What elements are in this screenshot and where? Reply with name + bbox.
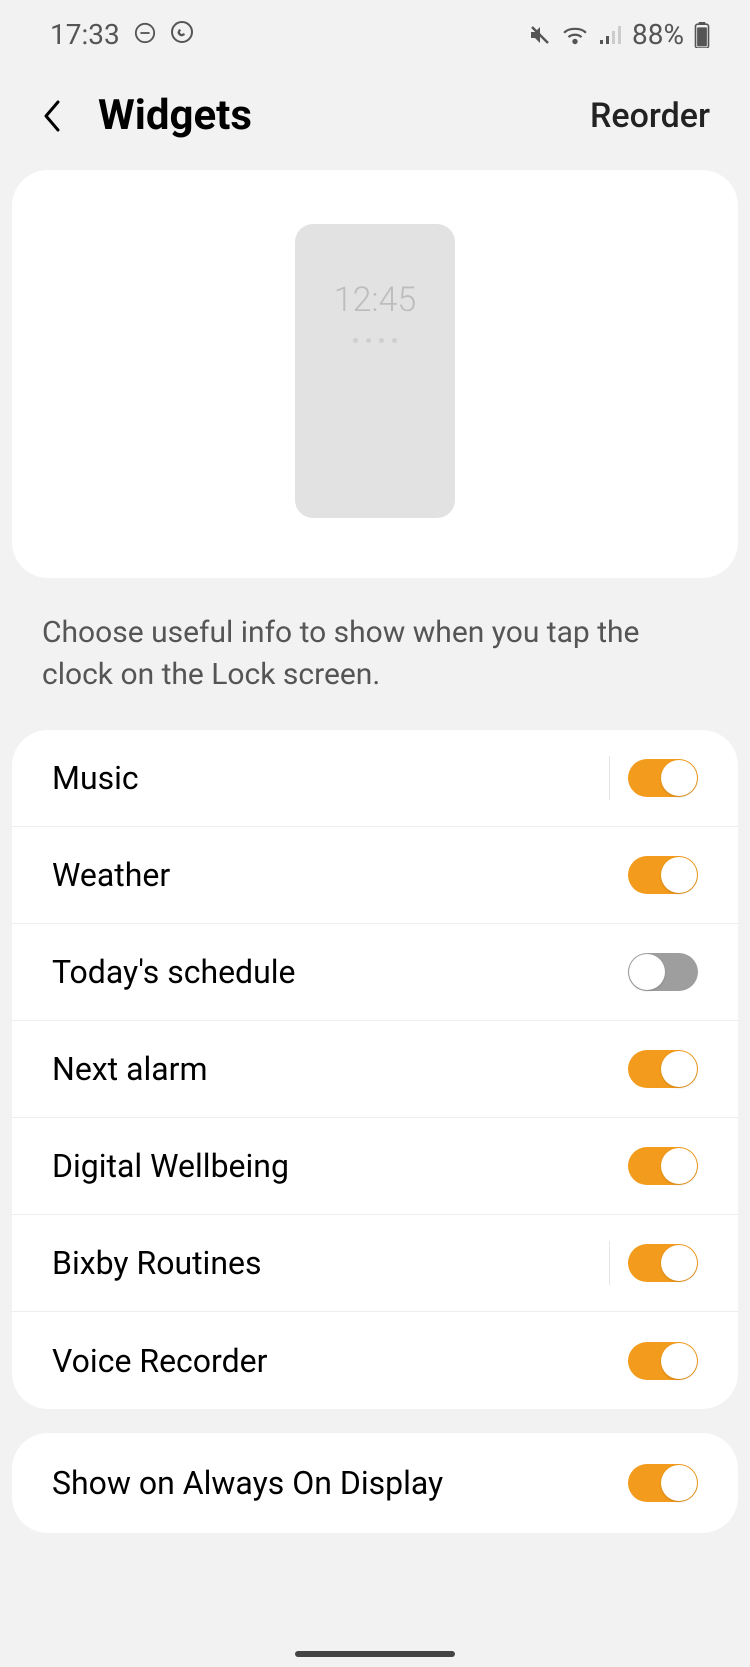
preview-card: 12:45 — [12, 170, 738, 578]
aod-row[interactable]: Show on Always On Display — [12, 1433, 738, 1533]
preview-clock: 12:45 — [334, 280, 417, 320]
widget-row-alarm[interactable]: Next alarm — [12, 1021, 738, 1118]
widget-label: Digital Wellbeing — [52, 1147, 628, 1185]
dnd-icon — [134, 18, 156, 51]
toggle-weather[interactable] — [628, 856, 698, 894]
aod-label: Show on Always On Display — [52, 1464, 628, 1502]
toggle-voice-recorder[interactable] — [628, 1342, 698, 1380]
battery-icon — [694, 22, 710, 48]
aod-card: Show on Always On Display — [12, 1433, 738, 1533]
toggle-wellbeing[interactable] — [628, 1147, 698, 1185]
status-bar: 17:33 88% — [0, 0, 750, 61]
widget-label: Bixby Routines — [52, 1244, 609, 1282]
whatsapp-icon — [170, 18, 194, 51]
widget-row-voice-recorder[interactable]: Voice Recorder — [12, 1312, 738, 1409]
gesture-handle[interactable] — [295, 1651, 455, 1657]
widget-list: Music Weather Today's schedule Next alar… — [12, 730, 738, 1409]
preview-page-dots — [353, 338, 397, 343]
widget-label: Voice Recorder — [52, 1342, 628, 1380]
page-title: Widgets — [98, 91, 590, 140]
status-left: 17:33 — [50, 18, 194, 51]
status-time: 17:33 — [50, 18, 120, 51]
widget-label: Weather — [52, 856, 628, 894]
widget-row-schedule[interactable]: Today's schedule — [12, 924, 738, 1021]
widget-row-weather[interactable]: Weather — [12, 827, 738, 924]
toggle-alarm[interactable] — [628, 1050, 698, 1088]
vertical-divider — [609, 756, 610, 800]
reorder-button[interactable]: Reorder — [590, 96, 710, 136]
wifi-icon — [562, 24, 588, 46]
widget-row-wellbeing[interactable]: Digital Wellbeing — [12, 1118, 738, 1215]
mute-icon — [528, 23, 552, 47]
status-right: 88% — [528, 18, 710, 51]
widget-label: Music — [52, 759, 609, 797]
section-description: Choose useful info to show when you tap … — [0, 578, 750, 730]
toggle-schedule[interactable] — [628, 953, 698, 991]
widget-row-bixby[interactable]: Bixby Routines — [12, 1215, 738, 1312]
back-button[interactable] — [40, 96, 80, 136]
widget-label: Today's schedule — [52, 953, 628, 991]
widget-label: Next alarm — [52, 1050, 628, 1088]
signal-icon — [598, 24, 622, 46]
phone-preview: 12:45 — [295, 224, 455, 518]
battery-percent: 88% — [632, 18, 684, 51]
vertical-divider — [609, 1241, 610, 1285]
toggle-bixby[interactable] — [628, 1244, 698, 1282]
toggle-music[interactable] — [628, 759, 698, 797]
toggle-aod[interactable] — [628, 1464, 698, 1502]
header: Widgets Reorder — [0, 61, 750, 170]
widget-row-music[interactable]: Music — [12, 730, 738, 827]
